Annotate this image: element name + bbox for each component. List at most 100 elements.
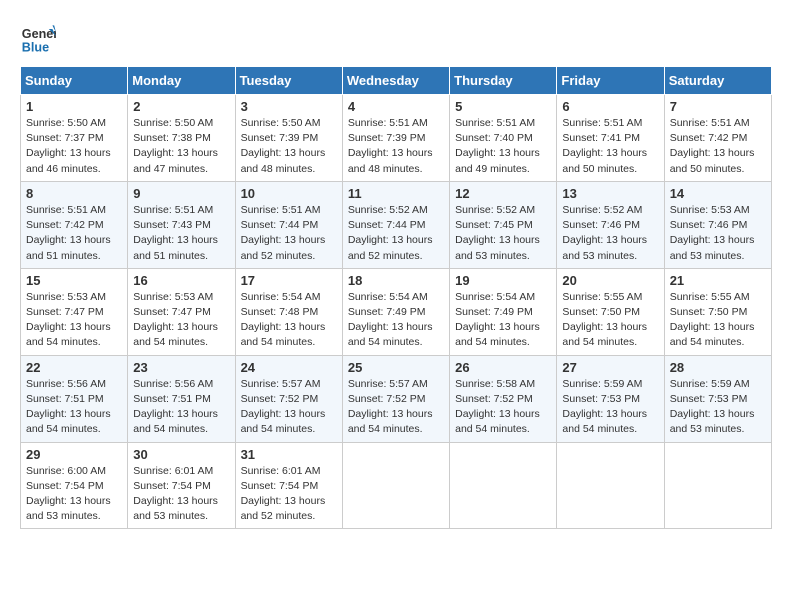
calendar-header-row: SundayMondayTuesdayWednesdayThursdayFrid… bbox=[21, 67, 772, 95]
calendar-cell: 16Sunrise: 5:53 AM Sunset: 7:47 PM Dayli… bbox=[128, 268, 235, 355]
calendar-cell: 18 Sunrise: 5:54 AM Sunset: 7:49 PM Dayli… bbox=[342, 268, 449, 355]
day-number: 3 bbox=[241, 99, 337, 114]
header-sunday: Sunday bbox=[21, 67, 128, 95]
calendar-cell: 9 Sunrise: 5:51 AM Sunset: 7:43 PM Daylig… bbox=[128, 181, 235, 268]
calendar-cell bbox=[342, 442, 449, 529]
day-detail: Sunrise: 5:52 AM Sunset: 7:44 PM Dayligh… bbox=[348, 203, 444, 264]
calendar-cell: 14 Sunrise: 5:53 AM Sunset: 7:46 PM Dayli… bbox=[664, 181, 771, 268]
calendar-cell: 4 Sunrise: 5:51 AM Sunset: 7:39 PM Daylig… bbox=[342, 95, 449, 182]
day-detail: Sunrise: 5:59 AM Sunset: 7:53 PM Dayligh… bbox=[562, 377, 658, 438]
day-detail: Sunrise: 5:55 AM Sunset: 7:50 PM Dayligh… bbox=[670, 290, 766, 351]
calendar-week-4: 22 Sunrise: 5:56 AM Sunset: 7:51 PM Dayli… bbox=[21, 355, 772, 442]
day-number: 7 bbox=[670, 99, 766, 114]
day-number: 23 bbox=[133, 360, 229, 375]
day-number: 6 bbox=[562, 99, 658, 114]
calendar-week-5: 29 Sunrise: 6:00 AM Sunset: 7:54 PM Dayli… bbox=[21, 442, 772, 529]
day-number: 10 bbox=[241, 186, 337, 201]
calendar-cell: 12 Sunrise: 5:52 AM Sunset: 7:45 PM Dayli… bbox=[450, 181, 557, 268]
calendar-week-3: 15Sunrise: 5:53 AM Sunset: 7:47 PM Dayli… bbox=[21, 268, 772, 355]
day-number: 25 bbox=[348, 360, 444, 375]
calendar-cell: 26Sunrise: 5:58 AM Sunset: 7:52 PM Dayli… bbox=[450, 355, 557, 442]
day-detail: Sunrise: 5:54 AM Sunset: 7:49 PM Dayligh… bbox=[348, 290, 444, 351]
logo-icon: General Blue bbox=[20, 20, 56, 56]
calendar-cell: 19 Sunrise: 5:54 AM Sunset: 7:49 PM Dayli… bbox=[450, 268, 557, 355]
calendar-cell: 11Sunrise: 5:52 AM Sunset: 7:44 PM Dayli… bbox=[342, 181, 449, 268]
calendar-cell: 31Sunrise: 6:01 AM Sunset: 7:54 PM Dayli… bbox=[235, 442, 342, 529]
day-detail: Sunrise: 5:59 AM Sunset: 7:53 PM Dayligh… bbox=[670, 377, 766, 438]
day-number: 8 bbox=[26, 186, 122, 201]
day-number: 21 bbox=[670, 273, 766, 288]
day-detail: Sunrise: 5:51 AM Sunset: 7:42 PM Dayligh… bbox=[670, 116, 766, 177]
day-detail: Sunrise: 5:57 AM Sunset: 7:52 PM Dayligh… bbox=[348, 377, 444, 438]
day-number: 19 bbox=[455, 273, 551, 288]
day-detail: Sunrise: 5:52 AM Sunset: 7:45 PM Dayligh… bbox=[455, 203, 551, 264]
day-number: 1 bbox=[26, 99, 122, 114]
day-detail: Sunrise: 5:51 AM Sunset: 7:39 PM Dayligh… bbox=[348, 116, 444, 177]
day-detail: Sunrise: 5:56 AM Sunset: 7:51 PM Dayligh… bbox=[133, 377, 229, 438]
svg-text:Blue: Blue bbox=[22, 41, 49, 55]
day-number: 30 bbox=[133, 447, 229, 462]
calendar-cell: 24Sunrise: 5:57 AM Sunset: 7:52 PM Dayli… bbox=[235, 355, 342, 442]
day-number: 24 bbox=[241, 360, 337, 375]
day-number: 27 bbox=[562, 360, 658, 375]
calendar-cell: 2Sunrise: 5:50 AM Sunset: 7:38 PM Daylig… bbox=[128, 95, 235, 182]
day-detail: Sunrise: 5:56 AM Sunset: 7:51 PM Dayligh… bbox=[26, 377, 122, 438]
day-number: 22 bbox=[26, 360, 122, 375]
calendar-cell: 5 Sunrise: 5:51 AM Sunset: 7:40 PM Daylig… bbox=[450, 95, 557, 182]
day-number: 16 bbox=[133, 273, 229, 288]
day-number: 13 bbox=[562, 186, 658, 201]
header-wednesday: Wednesday bbox=[342, 67, 449, 95]
calendar-cell: 30 Sunrise: 6:01 AM Sunset: 7:54 PM Dayli… bbox=[128, 442, 235, 529]
day-detail: Sunrise: 5:51 AM Sunset: 7:40 PM Dayligh… bbox=[455, 116, 551, 177]
day-number: 4 bbox=[348, 99, 444, 114]
calendar-cell: 28Sunrise: 5:59 AM Sunset: 7:53 PM Dayli… bbox=[664, 355, 771, 442]
day-number: 20 bbox=[562, 273, 658, 288]
calendar-cell: 13 Sunrise: 5:52 AM Sunset: 7:46 PM Dayli… bbox=[557, 181, 664, 268]
day-number: 29 bbox=[26, 447, 122, 462]
day-number: 15 bbox=[26, 273, 122, 288]
day-detail: Sunrise: 5:50 AM Sunset: 7:37 PM Dayligh… bbox=[26, 116, 122, 177]
day-detail: Sunrise: 5:51 AM Sunset: 7:41 PM Dayligh… bbox=[562, 116, 658, 177]
calendar-week-2: 8Sunrise: 5:51 AM Sunset: 7:42 PM Daylig… bbox=[21, 181, 772, 268]
day-detail: Sunrise: 5:50 AM Sunset: 7:38 PM Dayligh… bbox=[133, 116, 229, 177]
day-detail: Sunrise: 5:51 AM Sunset: 7:43 PM Dayligh… bbox=[133, 203, 229, 264]
day-number: 5 bbox=[455, 99, 551, 114]
calendar-week-1: 1 Sunrise: 5:50 AM Sunset: 7:37 PM Daylig… bbox=[21, 95, 772, 182]
day-number: 26 bbox=[455, 360, 551, 375]
calendar-cell: 21 Sunrise: 5:55 AM Sunset: 7:50 PM Dayli… bbox=[664, 268, 771, 355]
day-number: 14 bbox=[670, 186, 766, 201]
calendar-cell: 6 Sunrise: 5:51 AM Sunset: 7:41 PM Daylig… bbox=[557, 95, 664, 182]
calendar-cell: 7 Sunrise: 5:51 AM Sunset: 7:42 PM Daylig… bbox=[664, 95, 771, 182]
day-detail: Sunrise: 5:53 AM Sunset: 7:46 PM Dayligh… bbox=[670, 203, 766, 264]
logo: General Blue bbox=[20, 20, 56, 56]
calendar-cell: 3 Sunrise: 5:50 AM Sunset: 7:39 PM Daylig… bbox=[235, 95, 342, 182]
header-monday: Monday bbox=[128, 67, 235, 95]
day-detail: Sunrise: 6:01 AM Sunset: 7:54 PM Dayligh… bbox=[133, 464, 229, 525]
calendar-cell: 22 Sunrise: 5:56 AM Sunset: 7:51 PM Dayli… bbox=[21, 355, 128, 442]
calendar-cell: 8Sunrise: 5:51 AM Sunset: 7:42 PM Daylig… bbox=[21, 181, 128, 268]
calendar-cell: 15Sunrise: 5:53 AM Sunset: 7:47 PM Dayli… bbox=[21, 268, 128, 355]
calendar-cell bbox=[450, 442, 557, 529]
day-detail: Sunrise: 5:50 AM Sunset: 7:39 PM Dayligh… bbox=[241, 116, 337, 177]
calendar-cell bbox=[557, 442, 664, 529]
header-tuesday: Tuesday bbox=[235, 67, 342, 95]
calendar-cell: 25 Sunrise: 5:57 AM Sunset: 7:52 PM Dayli… bbox=[342, 355, 449, 442]
calendar-cell: 1 Sunrise: 5:50 AM Sunset: 7:37 PM Daylig… bbox=[21, 95, 128, 182]
calendar-table: SundayMondayTuesdayWednesdayThursdayFrid… bbox=[20, 66, 772, 529]
day-number: 18 bbox=[348, 273, 444, 288]
day-detail: Sunrise: 5:51 AM Sunset: 7:44 PM Dayligh… bbox=[241, 203, 337, 264]
day-number: 9 bbox=[133, 186, 229, 201]
day-detail: Sunrise: 6:00 AM Sunset: 7:54 PM Dayligh… bbox=[26, 464, 122, 525]
page-header: General Blue bbox=[20, 20, 772, 56]
day-number: 12 bbox=[455, 186, 551, 201]
calendar-cell bbox=[664, 442, 771, 529]
header-thursday: Thursday bbox=[450, 67, 557, 95]
day-detail: Sunrise: 5:54 AM Sunset: 7:48 PM Dayligh… bbox=[241, 290, 337, 351]
calendar-cell: 29 Sunrise: 6:00 AM Sunset: 7:54 PM Dayli… bbox=[21, 442, 128, 529]
calendar-cell: 27 Sunrise: 5:59 AM Sunset: 7:53 PM Dayli… bbox=[557, 355, 664, 442]
calendar-cell: 10 Sunrise: 5:51 AM Sunset: 7:44 PM Dayli… bbox=[235, 181, 342, 268]
day-detail: Sunrise: 5:54 AM Sunset: 7:49 PM Dayligh… bbox=[455, 290, 551, 351]
day-detail: Sunrise: 5:52 AM Sunset: 7:46 PM Dayligh… bbox=[562, 203, 658, 264]
header-friday: Friday bbox=[557, 67, 664, 95]
day-number: 17 bbox=[241, 273, 337, 288]
